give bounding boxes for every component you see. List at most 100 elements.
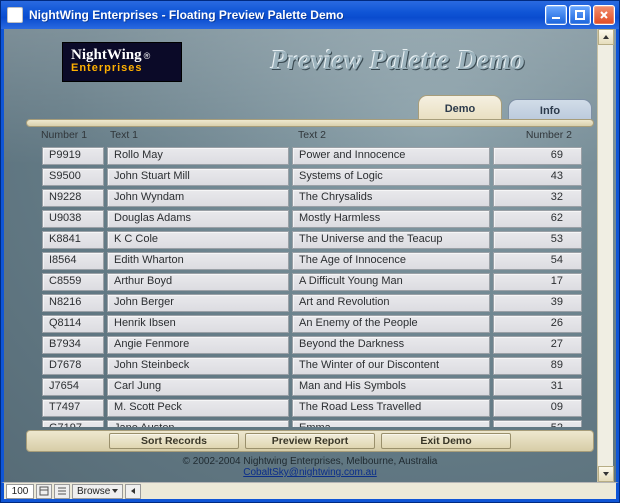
exit-label: Exit Demo bbox=[420, 435, 471, 447]
cell-c3[interactable]: Art and Revolution bbox=[292, 294, 490, 312]
cell-c1[interactable]: I8564 bbox=[42, 252, 104, 270]
maximize-button[interactable] bbox=[569, 5, 591, 25]
cell-c3[interactable]: Man and His Symbols bbox=[292, 378, 490, 396]
table-row[interactable]: P9919Rollo MayPower and Innocence69 bbox=[42, 147, 582, 166]
cell-c2[interactable]: Arthur Boyd bbox=[107, 273, 289, 291]
window-controls bbox=[545, 5, 615, 25]
scroll-down-button[interactable] bbox=[598, 466, 614, 482]
cell-c4[interactable]: 62 bbox=[493, 210, 582, 228]
app-icon bbox=[7, 7, 23, 23]
cell-c2[interactable]: M. Scott Peck bbox=[107, 399, 289, 417]
col-text1[interactable]: Text 1 bbox=[100, 129, 288, 145]
logo-text-3: Enterprises bbox=[71, 62, 173, 74]
table-row[interactable]: T7497M. Scott PeckThe Road Less Travelle… bbox=[42, 399, 582, 418]
status-tool-1[interactable] bbox=[36, 484, 52, 499]
cell-c2[interactable]: Henrik Ibsen bbox=[107, 315, 289, 333]
status-tool-2[interactable] bbox=[54, 484, 70, 499]
cell-c4[interactable]: 43 bbox=[493, 168, 582, 186]
minimize-button[interactable] bbox=[545, 5, 567, 25]
cell-c4[interactable]: 69 bbox=[493, 147, 582, 165]
mode-selector[interactable]: Browse bbox=[72, 484, 123, 499]
action-bar: Sort Records Preview Report Exit Demo bbox=[26, 430, 594, 452]
cell-c4[interactable]: 89 bbox=[493, 357, 582, 375]
cell-c2[interactable]: Edith Wharton bbox=[107, 252, 289, 270]
cell-c4[interactable]: 53 bbox=[493, 231, 582, 249]
minimize-icon bbox=[550, 9, 562, 21]
cell-c2[interactable]: John Stuart Mill bbox=[107, 168, 289, 186]
table-row[interactable]: K8841K C ColeThe Universe and the Teacup… bbox=[42, 231, 582, 250]
zoom-level[interactable]: 100 bbox=[6, 484, 34, 499]
cell-c1[interactable]: Q8114 bbox=[42, 315, 104, 333]
cell-c1[interactable]: B7934 bbox=[42, 336, 104, 354]
cell-c4[interactable]: 26 bbox=[493, 315, 582, 333]
cell-c2[interactable]: Douglas Adams bbox=[107, 210, 289, 228]
close-button[interactable] bbox=[593, 5, 615, 25]
table-row[interactable]: Q8114Henrik IbsenAn Enemy of the People2… bbox=[42, 315, 582, 334]
table-row[interactable]: U9038Douglas AdamsMostly Harmless62 bbox=[42, 210, 582, 229]
cell-c4[interactable]: 54 bbox=[493, 252, 582, 270]
cell-c2[interactable]: Angie Fenmore bbox=[107, 336, 289, 354]
cell-c2[interactable]: John Steinbeck bbox=[107, 357, 289, 375]
cell-c1[interactable]: N9228 bbox=[42, 189, 104, 207]
cell-c1[interactable]: G7197 bbox=[42, 420, 104, 427]
cell-c4[interactable]: 39 bbox=[493, 294, 582, 312]
cell-c4[interactable]: 31 bbox=[493, 378, 582, 396]
chevron-up-icon bbox=[603, 35, 609, 39]
scroll-up-button[interactable] bbox=[598, 29, 614, 45]
status-nav-prev[interactable] bbox=[125, 484, 141, 499]
cell-c3[interactable]: The Universe and the Teacup bbox=[292, 231, 490, 249]
cell-c1[interactable]: T7497 bbox=[42, 399, 104, 417]
cell-c4[interactable]: 32 bbox=[493, 189, 582, 207]
cell-c4[interactable]: 52 bbox=[493, 420, 582, 427]
cell-c2[interactable]: K C Cole bbox=[107, 231, 289, 249]
tab-info[interactable]: Info bbox=[508, 99, 592, 121]
col-number1[interactable]: Number 1 bbox=[28, 129, 100, 145]
cell-c3[interactable]: Beyond the Darkness bbox=[292, 336, 490, 354]
table-row[interactable]: B7934Angie FenmoreBeyond the Darkness27 bbox=[42, 336, 582, 355]
preview-report-button[interactable]: Preview Report bbox=[245, 433, 375, 449]
contact-link[interactable]: CobaltSky@nightwing.com.au bbox=[243, 467, 377, 478]
table-row[interactable]: J7654Carl JungMan and His Symbols31 bbox=[42, 378, 582, 397]
cell-c2[interactable]: Jane Austen bbox=[107, 420, 289, 427]
cell-c1[interactable]: S9500 bbox=[42, 168, 104, 186]
exit-demo-button[interactable]: Exit Demo bbox=[381, 433, 511, 449]
cell-c3[interactable]: Power and Innocence bbox=[292, 147, 490, 165]
cell-c3[interactable]: A Difficult Young Man bbox=[292, 273, 490, 291]
cell-c3[interactable]: Systems of Logic bbox=[292, 168, 490, 186]
col-number2[interactable]: Number 2 bbox=[484, 129, 592, 145]
cell-c1[interactable]: J7654 bbox=[42, 378, 104, 396]
cell-c4[interactable]: 17 bbox=[493, 273, 582, 291]
table-row[interactable]: N8216John BergerArt and Revolution39 bbox=[42, 294, 582, 313]
cell-c4[interactable]: 09 bbox=[493, 399, 582, 417]
col-text2[interactable]: Text 2 bbox=[288, 129, 484, 145]
cell-c3[interactable]: The Road Less Travelled bbox=[292, 399, 490, 417]
cell-c1[interactable]: P9919 bbox=[42, 147, 104, 165]
cell-c3[interactable]: Emma bbox=[292, 420, 490, 427]
cell-c1[interactable]: C8559 bbox=[42, 273, 104, 291]
cell-c3[interactable]: Mostly Harmless bbox=[292, 210, 490, 228]
table-row[interactable]: S9500John Stuart MillSystems of Logic43 bbox=[42, 168, 582, 187]
cell-c3[interactable]: An Enemy of the People bbox=[292, 315, 490, 333]
sort-records-button[interactable]: Sort Records bbox=[109, 433, 239, 449]
cell-c1[interactable]: N8216 bbox=[42, 294, 104, 312]
cell-c3[interactable]: The Chrysalids bbox=[292, 189, 490, 207]
cell-c2[interactable]: John Berger bbox=[107, 294, 289, 312]
table-row[interactable]: G7197Jane AustenEmma52 bbox=[42, 420, 582, 427]
brand-logo: Night Wing ® Enterprises bbox=[62, 42, 182, 82]
table-row[interactable]: D7678John SteinbeckThe Winter of our Dis… bbox=[42, 357, 582, 376]
layout-icon bbox=[39, 486, 49, 496]
cell-c3[interactable]: The Winter of our Discontent bbox=[292, 357, 490, 375]
table-row[interactable]: C8559Arthur BoydA Difficult Young Man17 bbox=[42, 273, 582, 292]
cell-c1[interactable]: D7678 bbox=[42, 357, 104, 375]
table-row[interactable]: I8564Edith WhartonThe Age of Innocence54 bbox=[42, 252, 582, 271]
cell-c2[interactable]: Rollo May bbox=[107, 147, 289, 165]
cell-c4[interactable]: 27 bbox=[493, 336, 582, 354]
cell-c2[interactable]: John Wyndam bbox=[107, 189, 289, 207]
cell-c1[interactable]: K8841 bbox=[42, 231, 104, 249]
cell-c1[interactable]: U9038 bbox=[42, 210, 104, 228]
tab-demo[interactable]: Demo bbox=[418, 95, 502, 121]
cell-c3[interactable]: The Age of Innocence bbox=[292, 252, 490, 270]
table-row[interactable]: N9228John WyndamThe Chrysalids32 bbox=[42, 189, 582, 208]
vertical-scrollbar[interactable] bbox=[597, 29, 613, 482]
cell-c2[interactable]: Carl Jung bbox=[107, 378, 289, 396]
